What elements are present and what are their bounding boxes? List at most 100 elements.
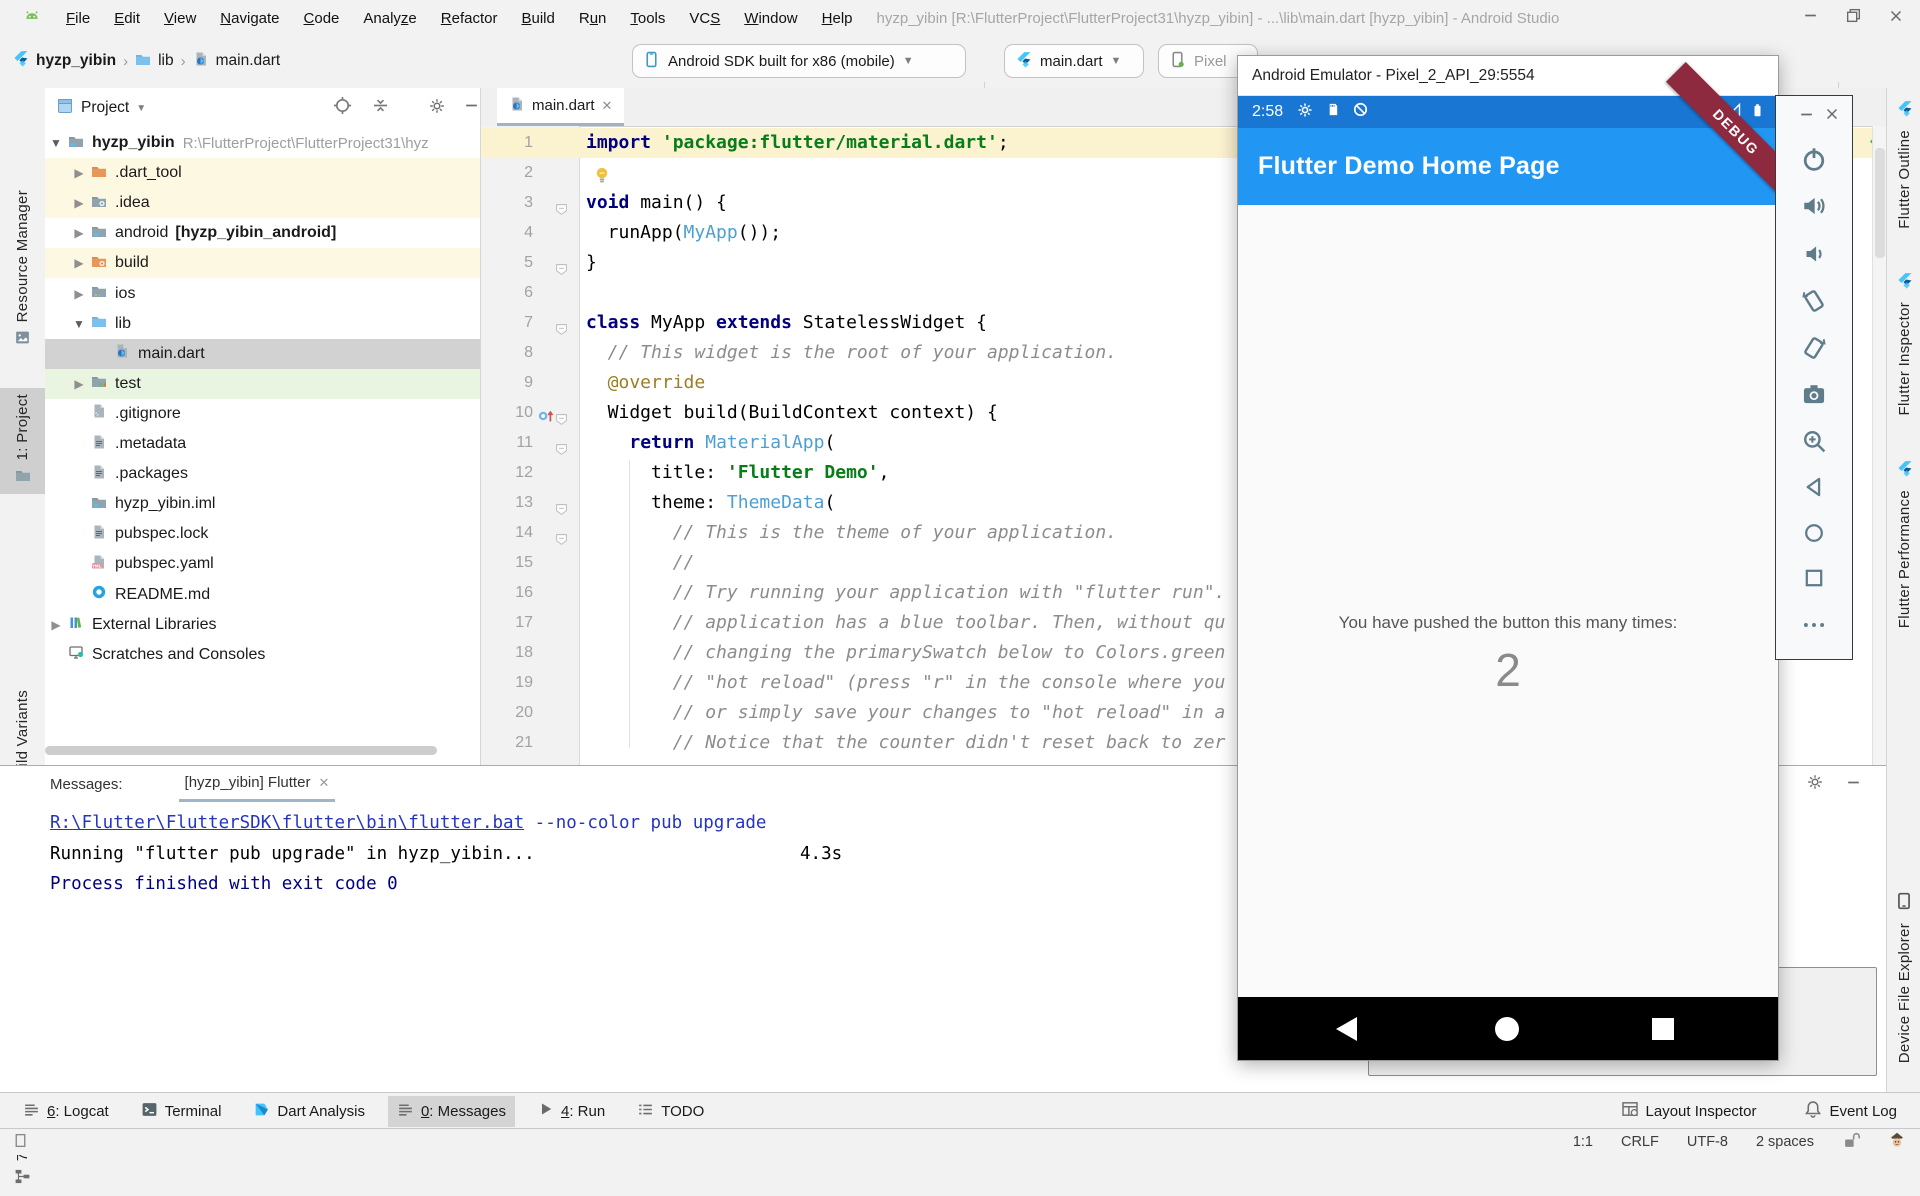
highlighting-level-icon[interactable] <box>1888 1131 1906 1153</box>
menu-run[interactable]: Run <box>569 6 617 31</box>
device-selector-dropdown[interactable]: Android SDK built for x86 (mobile) ▼ <box>632 44 966 78</box>
menu-view[interactable]: View <box>154 6 206 31</box>
tool-button-flutter-performance[interactable]: Flutter Performance <box>1887 460 1920 628</box>
line-number[interactable]: 21 <box>481 728 533 758</box>
line-number[interactable]: 17 <box>481 608 533 638</box>
tool-button-terminal[interactable]: Terminal <box>132 1096 231 1127</box>
tree-item-test[interactable]: ▶test <box>45 369 480 399</box>
tool-window-toggle-icon[interactable] <box>12 1132 29 1153</box>
line-number[interactable]: 3 <box>481 188 533 218</box>
tree-item-.gitignore[interactable]: .gitignore <box>45 399 480 429</box>
restore-window-icon[interactable] <box>1845 7 1862 29</box>
line-number[interactable]: 16 <box>481 578 533 608</box>
tool-button-0-messages[interactable]: 0: Messages <box>388 1096 515 1127</box>
close-window-icon[interactable] <box>1888 8 1904 29</box>
menu-code[interactable]: Code <box>294 6 350 31</box>
breadcrumb-folder[interactable]: lib <box>158 52 174 70</box>
project-panel-title[interactable]: Project <box>81 99 129 117</box>
menu-edit[interactable]: Edit <box>104 6 150 31</box>
line-number[interactable]: 1 <box>481 128 533 158</box>
line-number[interactable]: 20 <box>481 698 533 728</box>
menu-file[interactable]: File <box>56 6 100 31</box>
indent-setting[interactable]: 2 spaces <box>1756 1134 1814 1150</box>
encoding[interactable]: UTF-8 <box>1687 1134 1728 1150</box>
chevron-collapsed-icon[interactable]: ▶ <box>72 226 86 240</box>
tree-item-ios[interactable]: ▶ios <box>45 279 480 309</box>
chevron-collapsed-icon[interactable]: ▶ <box>72 196 86 210</box>
emulator-back-icon[interactable] <box>1802 475 1826 504</box>
menu-window[interactable]: Window <box>734 6 807 31</box>
readonly-lock-icon[interactable] <box>1842 1132 1860 1153</box>
line-number[interactable]: 18 <box>481 638 533 668</box>
console-file-link[interactable]: R:\Flutter\FlutterSDK\flutter\bin\flutte… <box>50 813 524 833</box>
tree-item-pubspec.lock[interactable]: pubspec.lock <box>45 519 480 549</box>
menu-navigate[interactable]: Navigate <box>210 6 289 31</box>
locate-file-icon[interactable] <box>333 96 352 120</box>
tool-button-flutter-outline[interactable]: Flutter Outline <box>1887 100 1920 229</box>
messages-tab-flutter[interactable]: [hyzp_yibin] Flutter ✕ <box>179 766 336 802</box>
emulator-volume-down-icon[interactable] <box>1802 242 1826 271</box>
horizontal-scrollbar[interactable] <box>45 746 437 755</box>
line-number[interactable]: 15 <box>481 548 533 578</box>
line-number[interactable]: 5 <box>481 248 533 278</box>
nav-overview-button[interactable] <box>1652 1018 1674 1040</box>
menu-tools[interactable]: Tools <box>620 6 675 31</box>
chevron-collapsed-icon[interactable]: ▶ <box>72 377 86 391</box>
settings-gear-icon[interactable] <box>429 98 445 119</box>
line-number[interactable]: 7 <box>481 308 533 338</box>
line-number[interactable]: 19 <box>481 668 533 698</box>
tree-item-external-libraries[interactable]: ▶External Libraries <box>45 610 480 640</box>
line-number[interactable]: 6 <box>481 278 533 308</box>
editor-scrollbar[interactable] <box>1872 126 1887 765</box>
line-number[interactable]: 9 <box>481 368 533 398</box>
emulator-home-icon[interactable] <box>1802 521 1826 550</box>
settings-gear-icon[interactable] <box>1807 774 1823 796</box>
emulator-minimize-icon[interactable] <box>1798 106 1815 128</box>
close-tab-icon[interactable]: ✕ <box>602 98 613 114</box>
breadcrumb-file[interactable]: main.dart <box>216 52 281 70</box>
chevron-down-icon[interactable]: ▼ <box>136 103 146 114</box>
tab-main-dart[interactable]: main.dart ✕ <box>497 88 624 126</box>
collapse-all-icon[interactable] <box>371 96 390 120</box>
line-number[interactable]: 11 <box>481 428 533 458</box>
chevron-collapsed-icon[interactable]: ▶ <box>72 256 86 270</box>
tree-item-.dart-tool[interactable]: ▶.dart_tool <box>45 158 480 188</box>
hide-panel-icon[interactable] <box>463 97 480 119</box>
tree-item-.idea[interactable]: ▶.idea <box>45 188 480 218</box>
emulator-close-icon[interactable] <box>1824 106 1840 127</box>
tree-item-scratches-and-consoles[interactable]: Scratches and Consoles <box>45 640 480 670</box>
menu-analyze[interactable]: Analyze <box>353 6 426 31</box>
chevron-collapsed-icon[interactable]: ▶ <box>72 287 86 301</box>
tree-item-build[interactable]: ▶build <box>45 248 480 278</box>
emulator-rotate-right-icon[interactable] <box>1801 335 1827 366</box>
tree-item-.packages[interactable]: .packages <box>45 459 480 489</box>
emulator-volume-up-icon[interactable] <box>1801 193 1827 224</box>
tool-button-4-run[interactable]: 4: Run <box>529 1096 614 1126</box>
nav-home-button[interactable] <box>1495 1017 1519 1041</box>
tool-button-resource-manager[interactable]: Resource Manager <box>0 184 45 357</box>
caret-position[interactable]: 1:1 <box>1573 1134 1593 1150</box>
emulator-power-icon[interactable] <box>1801 146 1827 177</box>
emulator-camera-icon[interactable] <box>1801 381 1827 412</box>
tree-item-hyzp-yibin[interactable]: ▼hyzp_yibinR:\FlutterProject\FlutterProj… <box>45 128 480 158</box>
chevron-expanded-icon[interactable]: ▼ <box>49 136 63 150</box>
tool-button-event-log[interactable]: Event Log <box>1795 1095 1906 1127</box>
emulator-zoom-icon[interactable] <box>1801 428 1827 459</box>
tool-button-device-file-explorer[interactable]: Device File Explorer <box>1887 892 1920 1063</box>
chevron-expanded-icon[interactable]: ▼ <box>72 317 86 331</box>
tree-item-lib[interactable]: ▼lib <box>45 309 480 339</box>
tool-button-layout-inspector[interactable]: Layout Inspector <box>1612 1095 1766 1127</box>
menu-help[interactable]: Help <box>812 6 863 31</box>
tree-item-.metadata[interactable]: .metadata <box>45 429 480 459</box>
tool-button-todo[interactable]: TODO <box>628 1096 713 1127</box>
tool-button-6-logcat[interactable]: 6: Logcat <box>14 1096 118 1127</box>
tree-item-readme.md[interactable]: README.md <box>45 580 480 610</box>
tree-item-main.dart[interactable]: main.dart <box>45 339 480 369</box>
emulator-overview-icon[interactable] <box>1802 566 1826 595</box>
tree-item-android[interactable]: ▶android[hyzp_yibin_android] <box>45 218 480 248</box>
chevron-collapsed-icon[interactable]: ▶ <box>72 166 86 180</box>
emulator-more-icon[interactable] <box>1802 613 1826 642</box>
line-number[interactable]: 2 <box>481 158 533 188</box>
menu-vcs[interactable]: VCS <box>679 6 730 31</box>
line-number[interactable]: 12 <box>481 458 533 488</box>
